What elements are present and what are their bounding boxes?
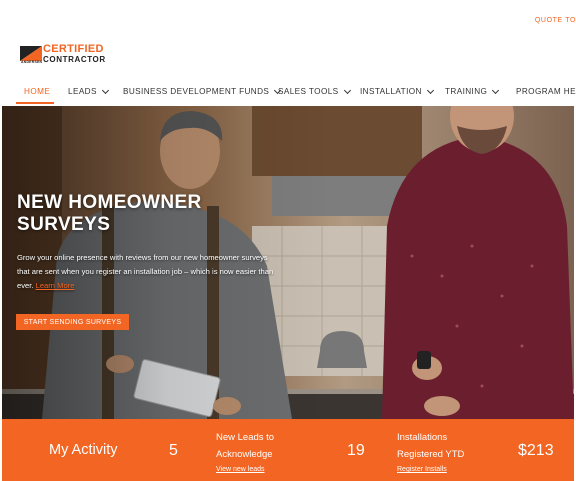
my-activity-bar: My Activity 5 New Leads to Acknowledge V… bbox=[2, 419, 574, 481]
quote-tool-link[interactable]: QUOTE TO bbox=[535, 17, 576, 24]
hero-banner: NEW HOMEOWNER SURVEYS Grow your online p… bbox=[2, 106, 574, 419]
nav-item-program-help[interactable]: PROGRAM HELP bbox=[516, 87, 576, 96]
funds-amount: $213 bbox=[518, 442, 554, 459]
certified-contractor-logo[interactable]: ANDERSEN CERTIFIED CONTRACTOR bbox=[20, 44, 112, 66]
nav-item-business-development-funds[interactable]: BUSINESS DEVELOPMENT FUNDS bbox=[123, 86, 282, 96]
learn-more-link[interactable]: Learn More bbox=[36, 281, 75, 290]
view-new-leads-link[interactable]: View new leads bbox=[216, 466, 265, 473]
logo-brand-text: ANDERSEN bbox=[21, 60, 43, 64]
nav-item-home[interactable]: HOME bbox=[24, 87, 50, 96]
start-sending-surveys-button[interactable]: START SENDING SURVEYS bbox=[16, 314, 129, 330]
logo-contractor-text: CONTRACTOR bbox=[43, 55, 106, 64]
nav-item-label: SALES TOOLS bbox=[278, 87, 339, 96]
nav-item-sales-tools[interactable]: SALES TOOLS bbox=[278, 86, 351, 96]
nav-item-label: LEADS bbox=[68, 87, 97, 96]
chevron-down-icon bbox=[492, 86, 500, 94]
hero-description: Grow your online presence with reviews f… bbox=[17, 251, 279, 293]
andersen-logo-icon bbox=[20, 46, 42, 61]
new-leads-count: 5 bbox=[169, 442, 178, 459]
chevron-down-icon bbox=[426, 86, 434, 94]
chevron-down-icon bbox=[101, 86, 109, 94]
nav-item-leads[interactable]: LEADS bbox=[68, 86, 109, 96]
hero-title: NEW HOMEOWNER SURVEYS bbox=[17, 192, 202, 235]
stat-label-line: Installations bbox=[397, 432, 448, 443]
nav-item-label: BUSINESS DEVELOPMENT FUNDS bbox=[123, 87, 270, 96]
activity-title: My Activity bbox=[49, 442, 118, 458]
nav-item-label: HOME bbox=[24, 87, 51, 96]
nav-item-label: INSTALLATION bbox=[360, 87, 422, 96]
installations-count: 19 bbox=[347, 442, 365, 459]
new-leads-label: New Leads to Acknowledge bbox=[216, 429, 274, 463]
stat-label-line: Registered YTD bbox=[397, 449, 465, 460]
stat-label-line: Acknowledge bbox=[216, 449, 273, 460]
stat-label-line: New Leads to bbox=[216, 432, 275, 443]
nav-item-training[interactable]: TRAINING bbox=[445, 86, 500, 96]
nav-item-label: TRAINING bbox=[445, 87, 488, 96]
logo-certified-text: CERTIFIED bbox=[43, 43, 104, 55]
utility-bar: QUOTE TO bbox=[0, 0, 576, 40]
chevron-down-icon bbox=[343, 86, 351, 94]
main-nav: HOME LEADS BUSINESS DEVELOPMENT FUNDS SA… bbox=[0, 80, 576, 106]
installations-label: Installations Registered YTD bbox=[397, 429, 464, 463]
nav-item-label: PROGRAM HELP bbox=[516, 87, 576, 96]
nav-item-installation[interactable]: INSTALLATION bbox=[360, 86, 434, 96]
nav-active-indicator bbox=[16, 102, 54, 104]
register-installs-link[interactable]: Register Installs bbox=[397, 466, 447, 473]
